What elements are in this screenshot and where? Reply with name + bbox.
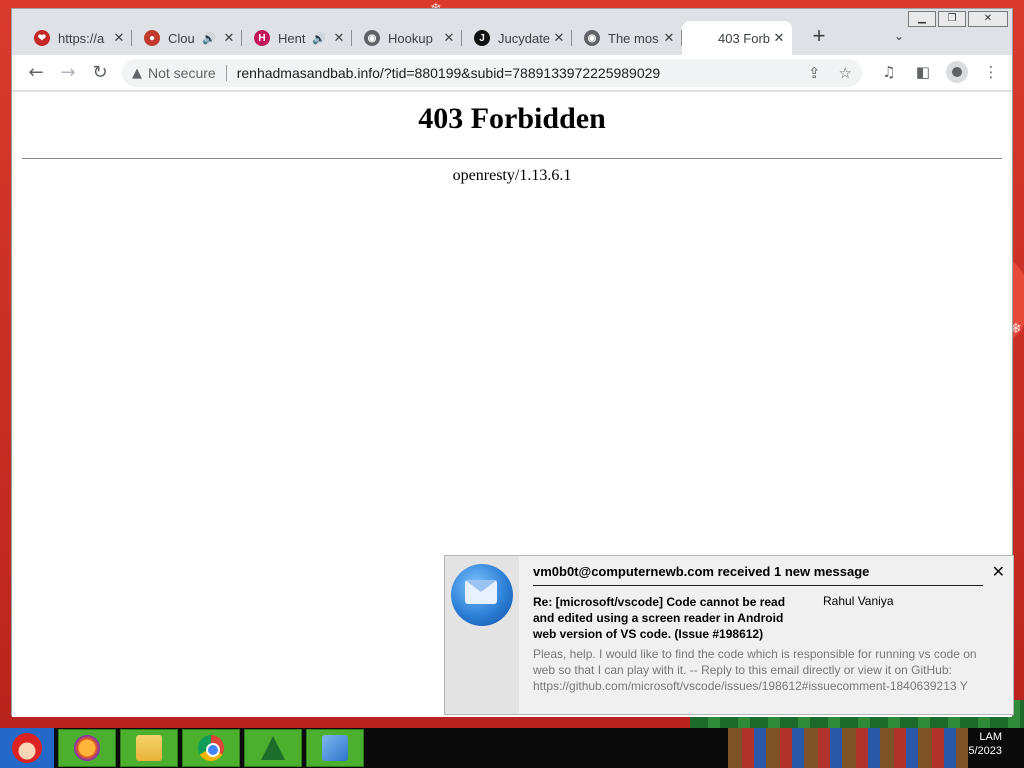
taskbar-chrome[interactable] (182, 729, 240, 767)
forward-icon[interactable]: → (56, 61, 80, 85)
toolbar-actions: ♫ ◧ ⋮ (878, 61, 1002, 83)
globe-icon: ◉ (364, 30, 380, 46)
system-clock[interactable]: LAM 5/2023 (968, 730, 1002, 758)
tab-close-icon[interactable]: ✕ (332, 31, 346, 46)
back-icon[interactable]: ← (24, 61, 48, 85)
warning-icon[interactable]: ▲ (132, 66, 142, 81)
browser-tab[interactable]: J Jucydate ✕ (462, 21, 572, 55)
tab-title: Hent (278, 30, 306, 46)
media-control-icon[interactable]: ♫ (878, 61, 900, 83)
christmas-tree-icon (261, 736, 285, 760)
tab-search-chevron-icon[interactable]: ⌄ (894, 29, 904, 43)
email-notification[interactable]: vm0b0t@computernewb.com received 1 new m… (444, 555, 1014, 715)
envelope-icon (465, 580, 497, 604)
browser-tab[interactable]: ❤ https://a ✕ (22, 21, 132, 55)
start-button[interactable] (0, 728, 54, 768)
taskbar-photo-viewer[interactable] (306, 729, 364, 767)
speaker-icon[interactable]: 🔊 (312, 32, 326, 45)
browser-tab[interactable]: 403 Forb ✕ (682, 21, 792, 55)
photo-viewer-icon (322, 735, 348, 761)
tab-title: Jucydate (498, 30, 551, 46)
tab-title: https://a (58, 30, 105, 46)
menu-kebab-icon[interactable]: ⋮ (980, 61, 1002, 83)
tab-close-icon[interactable]: ✕ (112, 31, 126, 46)
url-text[interactable]: renhadmasandbab.info/?tid=880199&subid=7… (237, 65, 661, 81)
tab-title: Hookup (388, 30, 433, 46)
tab-title: 403 Forb (718, 30, 771, 46)
h-logo-icon: H (254, 30, 270, 46)
message-preview: Pleas, help. I would like to find the co… (533, 647, 977, 693)
clock-time: LAM (979, 731, 1002, 743)
page-title: 403 Forbidden (418, 102, 606, 135)
notification-close-icon[interactable]: ✕ (992, 562, 1005, 581)
tab-close-icon[interactable]: ✕ (772, 31, 786, 46)
side-panel-icon[interactable]: ◧ (912, 61, 934, 83)
firefox-icon (74, 735, 100, 761)
tab-list: ❤ https://a ✕ ● Clou 🔊 ✕ H Hent 🔊 ✕ ◉ Hookup ✕ J Jucyda… (22, 21, 792, 55)
notification-header: vm0b0t@computernewb.com received 1 new m… (533, 564, 983, 586)
share-icon[interactable]: ⇪ (808, 64, 821, 82)
omnibox-divider (225, 65, 227, 81)
server-signature: openresty/1.13.6.1 (452, 167, 572, 184)
browser-tab[interactable]: ◉ Hookup ✕ (352, 21, 462, 55)
j-logo-icon: J (474, 30, 490, 46)
clock-date: 5/2023 (968, 745, 1002, 757)
tab-title: Clou (168, 30, 195, 46)
address-bar[interactable]: ▲ Not secure renhadmasandbab.info/?tid=8… (122, 59, 862, 87)
window-close-button[interactable]: ✕ (968, 11, 1008, 27)
minimize-button[interactable]: ▁ (908, 11, 936, 27)
tab-close-icon[interactable]: ✕ (552, 31, 566, 46)
taskbar-file-explorer[interactable] (120, 729, 178, 767)
new-tab-button[interactable]: + (805, 23, 833, 51)
chrome-icon (198, 735, 224, 761)
browser-toolbar: ← → ↻ ▲ Not secure renhadmasandbab.info/… (12, 55, 1012, 91)
bookmark-star-icon[interactable]: ☆ (839, 64, 852, 82)
person-icon (952, 67, 962, 77)
globe-icon: ◉ (584, 30, 600, 46)
taskbar-firefox[interactable] (58, 729, 116, 767)
window-controls: ▁ ❐ ✕ (908, 11, 1008, 27)
file-explorer-icon (136, 735, 162, 761)
tab-title: The mos (608, 30, 659, 46)
tab-strip: ▁ ❐ ✕ ❤ https://a ✕ ● Clou 🔊 ✕ H Hent 🔊 ✕ ◉ Hookup ✕ J… (12, 9, 1012, 55)
tab-close-icon[interactable]: ✕ (662, 31, 676, 46)
tray-decoration (728, 728, 968, 768)
reload-icon[interactable]: ↻ (88, 61, 112, 85)
message-row[interactable]: Re: [microsoft/vscode] Code cannot be re… (533, 594, 999, 642)
browser-tab[interactable]: ● Clou 🔊 ✕ (132, 21, 242, 55)
maximize-button[interactable]: ❐ (938, 11, 966, 27)
taskbar: LAM 5/2023 (0, 728, 1024, 768)
message-sender: Rahul Vaniya (823, 594, 894, 608)
horizontal-rule (22, 158, 1002, 159)
tab-close-icon[interactable]: ✕ (442, 31, 456, 46)
notification-body: vm0b0t@computernewb.com received 1 new m… (519, 556, 1013, 714)
speech-bubble-icon: ● (144, 30, 160, 46)
browser-tab[interactable]: ◉ The mos ✕ (572, 21, 682, 55)
browser-tab[interactable]: H Hent 🔊 ✕ (242, 21, 352, 55)
speaker-icon[interactable]: 🔊 (202, 32, 216, 45)
notification-icon-area (445, 556, 519, 714)
taskbar-christmas-tree[interactable] (244, 729, 302, 767)
security-status[interactable]: Not secure (148, 65, 216, 81)
tab-close-icon[interactable]: ✕ (222, 31, 236, 46)
lips-icon: ❤ (34, 30, 50, 46)
message-subject: Re: [microsoft/vscode] Code cannot be re… (533, 595, 786, 641)
profile-avatar[interactable] (946, 61, 968, 83)
omnibox-actions: ⇪ ☆ (808, 64, 852, 82)
santa-icon (12, 733, 42, 763)
